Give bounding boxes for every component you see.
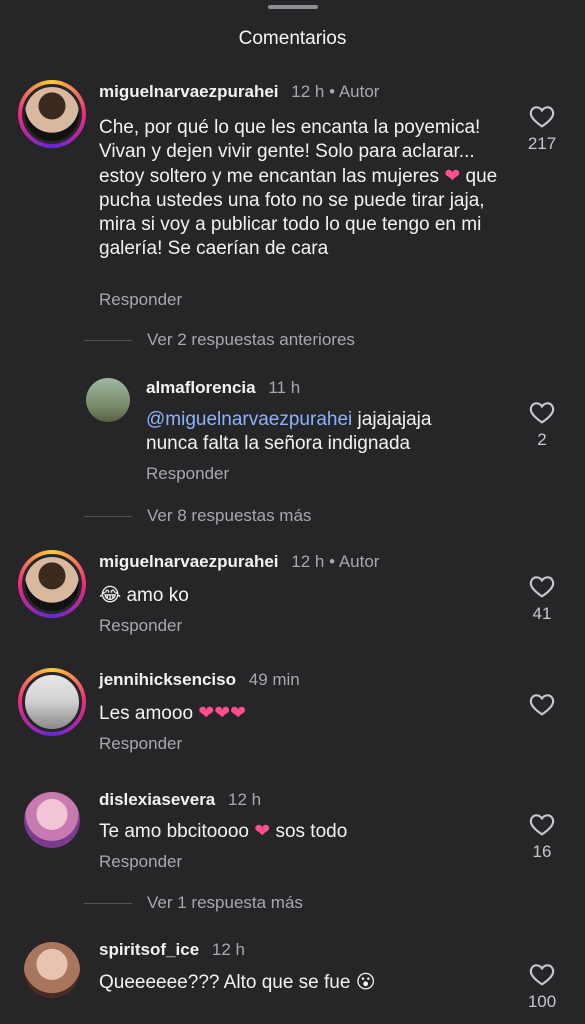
reply-button[interactable]: Responder xyxy=(99,734,182,754)
thread-line xyxy=(84,516,132,517)
like-button[interactable]: 41 xyxy=(522,574,562,624)
thread-line xyxy=(84,903,132,904)
comment-text: 😂 amo ko xyxy=(99,584,499,608)
view-replies-label: Ver 2 respuestas anteriores xyxy=(147,330,355,349)
avatar[interactable] xyxy=(86,378,130,422)
comment-text: Queeeeee??? Alto que se fue 😮 xyxy=(99,971,499,995)
comment-time: 12 h xyxy=(211,940,245,959)
author-badge: • Autor xyxy=(329,82,380,101)
surprised-emoji: 😮 xyxy=(355,972,376,993)
comment-time: 12 h xyxy=(291,552,325,571)
reply-button[interactable]: Responder xyxy=(99,852,182,872)
sheet-grabber[interactable] xyxy=(268,5,318,9)
heart-emoji: ❤ xyxy=(254,821,271,842)
hearts-emoji: ❤❤❤ xyxy=(198,703,247,724)
comment-username[interactable]: spiritsof_ice xyxy=(99,940,199,959)
view-replies-label: Ver 8 respuestas más xyxy=(147,506,312,525)
like-count: 16 xyxy=(532,842,552,861)
comment-text-part: amo ko xyxy=(126,585,189,606)
comment-username[interactable]: dislexiasevera xyxy=(99,790,215,809)
avatar[interactable] xyxy=(18,80,86,148)
heart-outline-icon xyxy=(529,694,555,716)
like-count: 217 xyxy=(527,134,557,153)
comment-text: Che, por qué lo que les encanta la poyem… xyxy=(99,116,499,262)
like-count: 2 xyxy=(537,430,547,449)
comment-text: Les amooo ❤❤❤ xyxy=(99,702,499,726)
laughing-emoji: 😂 xyxy=(99,585,122,606)
comment-username[interactable]: almaflorencia xyxy=(146,378,256,397)
avatar[interactable] xyxy=(18,550,86,618)
comment-text: Te amo bbcitoooo ❤ sos todo xyxy=(99,820,499,844)
comment-time: 11 h xyxy=(268,378,301,397)
comment-time: 49 min xyxy=(248,670,300,689)
heart-outline-icon xyxy=(529,964,555,986)
comment-text-part: Che, por qué lo que les encanta la poyem… xyxy=(99,117,481,187)
comment-time: 12 h xyxy=(291,82,325,101)
heart-outline-icon xyxy=(529,106,555,128)
comments-sheet: Comentarios miguelnarvaezpurahei 12 h • … xyxy=(0,0,585,1024)
comment-username[interactable]: jennihicksenciso xyxy=(99,670,236,689)
heart-outline-icon xyxy=(529,576,555,598)
avatar[interactable] xyxy=(24,942,80,998)
like-button[interactable]: 217 xyxy=(522,104,562,154)
reply-button[interactable]: Responder xyxy=(99,290,182,310)
heart-outline-icon xyxy=(529,814,555,836)
like-button[interactable]: 16 xyxy=(522,812,562,862)
view-replies-label: Ver 1 respuesta más xyxy=(147,893,303,912)
like-count: 100 xyxy=(527,992,557,1011)
reply-button[interactable]: Responder xyxy=(146,464,229,484)
comment-username[interactable]: miguelnarvaezpurahei xyxy=(99,82,279,101)
heart-outline-icon xyxy=(529,402,555,424)
author-badge: • Autor xyxy=(329,552,380,571)
heart-emoji: ❤ xyxy=(444,165,461,187)
like-count: 41 xyxy=(532,604,552,623)
comment-time: 12 h xyxy=(228,790,262,809)
comment-text-part: Te amo bbcitoooo xyxy=(99,821,255,842)
comment-text-part: Les amooo xyxy=(99,703,194,724)
thread-line xyxy=(84,340,132,341)
avatar[interactable] xyxy=(18,668,86,736)
mention-link[interactable]: @miguelnarvaezpurahei xyxy=(146,409,352,430)
avatar[interactable] xyxy=(24,792,80,848)
page-title: Comentarios xyxy=(238,28,347,49)
reply-button[interactable]: Responder xyxy=(99,616,182,636)
comment-text-part: sos todo xyxy=(270,821,348,842)
like-button[interactable] xyxy=(522,692,562,716)
like-button[interactable]: 100 xyxy=(522,962,562,1012)
comment-username[interactable]: miguelnarvaezpurahei xyxy=(99,552,279,571)
like-button[interactable]: 2 xyxy=(522,400,562,450)
comment-text: @miguelnarvaezpurahei jajajajaja nunca f… xyxy=(146,408,486,457)
comment-text-part: Queeeeee??? Alto que se fue xyxy=(99,972,356,993)
